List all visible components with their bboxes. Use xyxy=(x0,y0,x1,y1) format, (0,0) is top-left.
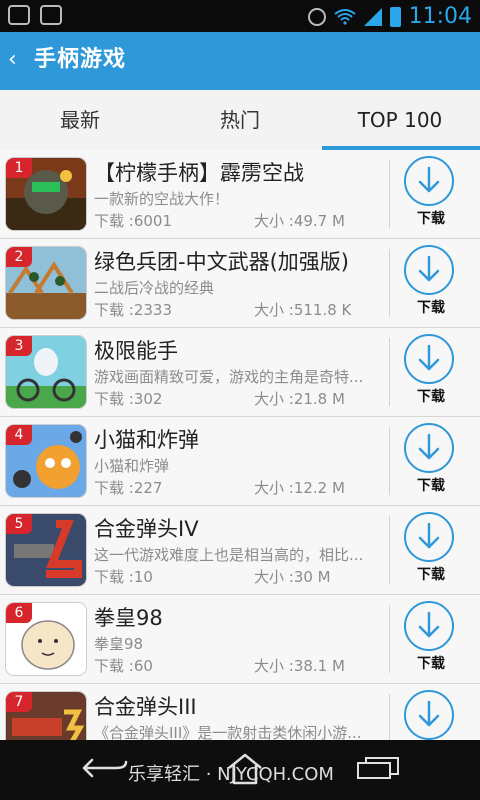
download-button[interactable]: 下载 xyxy=(404,601,458,679)
download-label: 下载 xyxy=(417,567,445,583)
download-button[interactable]: 下载 xyxy=(404,423,458,501)
rank-badge: 5 xyxy=(6,514,32,534)
wifi-icon xyxy=(333,8,356,25)
download-count: 下载 :10 xyxy=(94,568,153,586)
status-bar: 11:04 xyxy=(0,0,480,32)
download-button[interactable]: 下载 xyxy=(404,156,458,234)
file-size: 大小 :12.2 M xyxy=(254,479,345,497)
download-label: 下载 xyxy=(417,211,445,227)
row-divider xyxy=(389,516,390,584)
download-count: 下载 :227 xyxy=(94,479,163,497)
rank-badge: 4 xyxy=(6,425,32,445)
download-label: 下载 xyxy=(417,300,445,316)
row-divider xyxy=(389,249,390,317)
tab-popular[interactable]: 热门 xyxy=(160,90,320,150)
game-name: 合金弹头IV xyxy=(94,517,199,541)
tab-latest[interactable]: 最新 xyxy=(0,90,160,150)
image-icon xyxy=(40,5,62,25)
game-thumbnail: 7 xyxy=(6,692,86,740)
game-list[interactable]: 1 【柠檬手柄】霹雳空战 一款新的空战大作！ 下载 :6001 大小 :49.7… xyxy=(0,150,480,740)
download-count: 下载 :302 xyxy=(94,390,163,408)
rank-badge: 6 xyxy=(6,603,32,623)
game-thumbnail: 5 xyxy=(6,514,86,586)
game-name: 【柠檬手柄】霹雳空战 xyxy=(94,161,304,185)
game-name: 极限能手 xyxy=(94,339,178,363)
download-button[interactable]: 下载 xyxy=(404,245,458,323)
rank-badge: 7 xyxy=(6,692,32,712)
game-description: 拳皇98 xyxy=(94,635,144,653)
page-title: 手柄游戏 xyxy=(34,47,127,72)
download-arrow-icon xyxy=(404,512,454,562)
t-app-icon xyxy=(8,5,30,25)
back-icon[interactable] xyxy=(82,756,128,780)
row-divider xyxy=(389,338,390,406)
tab-bar: 最新 热门 TOP 100 xyxy=(0,90,480,151)
game-description: 二战后冷战的经典 xyxy=(94,279,215,297)
row-divider xyxy=(389,605,390,673)
game-description: 小猫和炸弹 xyxy=(94,457,170,475)
download-arrow-icon xyxy=(404,245,454,295)
game-thumbnail: 6 xyxy=(6,603,86,675)
watermark-text: 乐享轻汇 · NJYCQH.COM xyxy=(128,764,334,785)
list-item[interactable]: 5 合金弹头IV 这一代游戏难度上也是相当高的，相比... 下载 :10 大小 … xyxy=(0,506,480,595)
download-button[interactable]: 下载 xyxy=(404,334,458,412)
rank-badge: 1 xyxy=(6,158,32,178)
game-thumbnail: 2 xyxy=(6,247,86,319)
game-name: 绿色兵团-中文武器(加强版) xyxy=(94,250,349,274)
download-label: 下载 xyxy=(417,389,445,405)
file-size: 大小 :49.7 M xyxy=(254,212,345,230)
game-name: 拳皇98 xyxy=(94,606,163,630)
game-thumbnail: 1 xyxy=(6,158,86,230)
game-name: 合金弹头III xyxy=(94,695,197,719)
list-item[interactable]: 4 小猫和炸弹 小猫和炸弹 下载 :227 大小 :12.2 M 下载 xyxy=(0,417,480,506)
list-item[interactable]: 2 绿色兵团-中文武器(加强版) 二战后冷战的经典 下载 :2333 大小 :5… xyxy=(0,239,480,328)
battery-icon xyxy=(389,6,401,27)
file-size: 大小 :38.1 M xyxy=(254,657,345,675)
download-arrow-icon xyxy=(404,601,454,651)
alarm-icon xyxy=(307,7,326,26)
download-button[interactable]: 下载 xyxy=(404,512,458,590)
game-thumbnail: 3 xyxy=(6,336,86,408)
download-arrow-icon xyxy=(404,690,454,740)
recent-apps-icon[interactable] xyxy=(356,756,400,780)
rank-badge: 2 xyxy=(6,247,32,267)
download-count: 下载 :6001 xyxy=(94,212,172,230)
list-item[interactable]: 1 【柠檬手柄】霹雳空战 一款新的空战大作！ 下载 :6001 大小 :49.7… xyxy=(0,150,480,239)
status-time: 11:04 xyxy=(408,4,472,29)
row-divider xyxy=(389,694,390,740)
game-description: 《合金弹头III》是一款射击类休闲小游... xyxy=(94,724,362,740)
file-size: 大小 :30 M xyxy=(254,568,331,586)
rank-badge: 3 xyxy=(6,336,32,356)
game-thumbnail: 4 xyxy=(6,425,86,497)
download-label: 下载 xyxy=(417,656,445,672)
back-icon[interactable]: ‹ xyxy=(8,48,17,72)
file-size: 大小 :21.8 M xyxy=(254,390,345,408)
game-name: 小猫和炸弹 xyxy=(94,428,199,452)
row-divider xyxy=(389,160,390,228)
game-description: 一款新的空战大作！ xyxy=(94,190,230,208)
signal-icon xyxy=(363,7,382,26)
download-label: 下载 xyxy=(417,478,445,494)
download-count: 下载 :60 xyxy=(94,657,153,675)
download-arrow-icon xyxy=(404,156,454,206)
download-count: 下载 :2333 xyxy=(94,301,172,319)
row-divider xyxy=(389,427,390,495)
game-description: 游戏画面精致可爱，游戏的主角是奇特... xyxy=(94,368,364,386)
file-size: 大小 :511.8 K xyxy=(254,301,352,319)
download-arrow-icon xyxy=(404,423,454,473)
list-item[interactable]: 3 极限能手 游戏画面精致可爱，游戏的主角是奇特... 下载 :302 大小 :… xyxy=(0,328,480,417)
list-item[interactable]: 6 拳皇98 拳皇98 下载 :60 大小 :38.1 M 下载 xyxy=(0,595,480,684)
app-bar: ‹ 手柄游戏 xyxy=(0,32,480,90)
list-item[interactable]: 7 合金弹头III 《合金弹头III》是一款射击类休闲小游... xyxy=(0,684,480,740)
download-button[interactable] xyxy=(404,690,458,740)
download-arrow-icon xyxy=(404,334,454,384)
game-description: 这一代游戏难度上也是相当高的，相比... xyxy=(94,546,364,564)
system-nav-bar: 乐享轻汇 · NJYCQH.COM xyxy=(0,740,480,800)
tab-top100[interactable]: TOP 100 xyxy=(320,90,480,150)
